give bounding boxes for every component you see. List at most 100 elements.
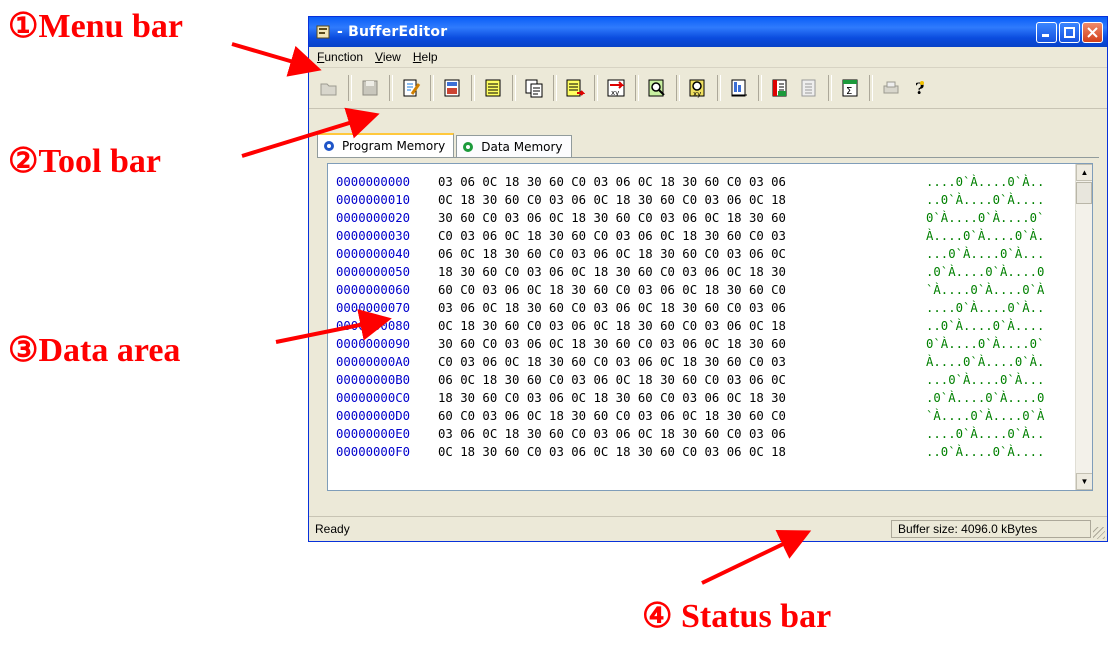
memory-tabs: Program Memory Data Memory — [317, 133, 574, 157]
memory-map-button[interactable] — [438, 75, 465, 102]
export-icon — [801, 79, 815, 97]
edit-button[interactable] — [397, 75, 424, 102]
hex-row[interactable]: 00000000F0 0C 18 30 60 C0 03 06 0C 18 30 … — [336, 443, 1044, 461]
row-address: 0000000060 — [336, 283, 411, 297]
copy-icon — [525, 79, 542, 98]
close-button[interactable] — [1082, 21, 1103, 43]
swap-icon: xy — [607, 79, 624, 97]
row-hex-bytes[interactable]: C0 03 06 0C 18 30 60 C0 03 06 0C 18 30 6… — [438, 227, 918, 245]
open-button[interactable] — [315, 75, 342, 102]
copy-button[interactable] — [520, 75, 547, 102]
load-button[interactable] — [766, 75, 793, 102]
hex-row[interactable]: 00000000C0 18 30 60 C0 03 06 0C 18 30 60 … — [336, 389, 1044, 407]
fill-icon — [485, 79, 500, 97]
maximize-button[interactable] — [1059, 21, 1080, 43]
checksum-button[interactable]: Σ — [836, 75, 863, 102]
row-hex-bytes[interactable]: 0C 18 30 60 C0 03 06 0C 18 30 60 C0 03 0… — [438, 191, 918, 209]
compare-icon — [731, 79, 747, 97]
row-address: 00000000E0 — [336, 427, 411, 441]
row-hex-bytes[interactable]: 18 30 60 C0 03 06 0C 18 30 60 C0 03 06 0… — [438, 263, 918, 281]
row-hex-bytes[interactable]: 0C 18 30 60 C0 03 06 0C 18 30 60 C0 03 0… — [438, 317, 918, 335]
print-button[interactable] — [877, 75, 904, 102]
svg-text:xy: xy — [693, 90, 701, 98]
window-title: - BufferEditor — [337, 24, 448, 40]
hex-row[interactable]: 0000000030 C0 03 06 0C 18 30 60 C0 03 06 … — [336, 227, 1044, 245]
export-button[interactable] — [795, 75, 822, 102]
row-hex-bytes[interactable]: 0C 18 30 60 C0 03 06 0C 18 30 60 C0 03 0… — [438, 443, 918, 461]
hex-row[interactable]: 00000000B0 06 0C 18 30 60 C0 03 06 0C 18 … — [336, 371, 1044, 389]
resize-grip[interactable] — [1093, 527, 1105, 539]
minimize-icon — [1042, 33, 1049, 37]
row-ascii: .0`À....0`À....0 — [926, 265, 1045, 279]
title-bar[interactable]: - BufferEditor — [309, 17, 1107, 47]
row-ascii: ..0`À....0`À.... — [926, 193, 1045, 207]
help-icon: ? — [915, 79, 924, 98]
row-ascii: ...0`À....0`À... — [926, 373, 1045, 387]
row-hex-bytes[interactable]: 18 30 60 C0 03 06 0C 18 30 60 C0 03 06 0… — [438, 389, 918, 407]
row-hex-bytes[interactable]: 06 0C 18 30 60 C0 03 06 0C 18 30 60 C0 0… — [438, 371, 918, 389]
save-button[interactable] — [356, 75, 383, 102]
menu-help[interactable]: Help — [407, 50, 444, 64]
row-ascii: 0`À....0`À....0` — [926, 211, 1045, 225]
close-icon — [1087, 26, 1098, 38]
row-hex-bytes[interactable]: C0 03 06 0C 18 30 60 C0 03 06 0C 18 30 6… — [438, 353, 918, 371]
row-hex-bytes[interactable]: 30 60 C0 03 06 0C 18 30 60 C0 03 06 0C 1… — [438, 335, 918, 353]
buffer-editor-window: - BufferEditor Function View Help xy xy … — [308, 16, 1108, 542]
hex-row[interactable]: 0000000050 18 30 60 C0 03 06 0C 18 30 60 … — [336, 263, 1044, 281]
row-address: 00000000A0 — [336, 355, 411, 369]
hex-row[interactable]: 0000000070 03 06 0C 18 30 60 C0 03 06 0C … — [336, 299, 1044, 317]
hex-row[interactable]: 0000000010 0C 18 30 60 C0 03 06 0C 18 30 … — [336, 191, 1044, 209]
hex-row[interactable]: 00000000A0 C0 03 06 0C 18 30 60 C0 03 06 … — [336, 353, 1044, 371]
row-hex-bytes[interactable]: 30 60 C0 03 06 0C 18 30 60 C0 03 06 0C 1… — [438, 209, 918, 227]
row-hex-bytes[interactable]: 03 06 0C 18 30 60 C0 03 06 0C 18 30 60 C… — [438, 425, 918, 443]
save-icon — [362, 80, 377, 96]
menu-function[interactable]: Function — [311, 50, 369, 64]
hex-row[interactable]: 0000000040 06 0C 18 30 60 C0 03 06 0C 18 … — [336, 245, 1044, 263]
menu-bar: Function View Help — [309, 47, 1107, 68]
data-area[interactable]: 0000000000 03 06 0C 18 30 60 C0 03 06 0C … — [327, 163, 1093, 491]
hex-row[interactable]: 0000000020 30 60 C0 03 06 0C 18 30 60 C0 … — [336, 209, 1044, 227]
row-address: 0000000020 — [336, 211, 411, 225]
transfer-button[interactable] — [561, 75, 588, 102]
row-ascii: .0`À....0`À....0 — [926, 391, 1045, 405]
tab-program-memory[interactable]: Program Memory — [317, 133, 455, 157]
hex-row[interactable]: 0000000080 0C 18 30 60 C0 03 06 0C 18 30 … — [336, 317, 1044, 335]
row-ascii: À....0`À....0`À. — [926, 355, 1045, 369]
row-ascii: ....0`À....0`À.. — [926, 175, 1045, 189]
row-hex-bytes[interactable]: 06 0C 18 30 60 C0 03 06 0C 18 30 60 C0 0… — [438, 245, 918, 263]
status-text: Ready — [315, 522, 350, 536]
search-button[interactable] — [643, 75, 670, 102]
hex-row[interactable]: 0000000060 60 C0 03 06 0C 18 30 60 C0 03 … — [336, 281, 1044, 299]
row-address: 00000000B0 — [336, 373, 411, 387]
menu-view[interactable]: View — [369, 50, 407, 64]
row-address: 00000000D0 — [336, 409, 411, 423]
row-hex-bytes[interactable]: 60 C0 03 06 0C 18 30 60 C0 03 06 0C 18 3… — [438, 281, 918, 299]
hex-row[interactable]: 0000000000 03 06 0C 18 30 60 C0 03 06 0C … — [336, 173, 1044, 191]
fill-button[interactable] — [479, 75, 506, 102]
tab-data-memory[interactable]: Data Memory — [456, 135, 572, 157]
toolbar-separator — [348, 75, 352, 101]
help-button[interactable]: ? — [906, 75, 933, 102]
row-ascii: À....0`À....0`À. — [926, 229, 1045, 243]
row-hex-bytes[interactable]: 03 06 0C 18 30 60 C0 03 06 0C 18 30 60 C… — [438, 299, 918, 317]
scroll-up-button[interactable]: ▲ — [1076, 164, 1092, 181]
hex-row[interactable]: 0000000090 30 60 C0 03 06 0C 18 30 60 C0 … — [336, 335, 1044, 353]
compare-button[interactable] — [725, 75, 752, 102]
swap-button[interactable]: xy — [602, 75, 629, 102]
vertical-scrollbar[interactable]: ▲ ▼ — [1075, 164, 1092, 490]
search-xy-icon: xy — [689, 79, 704, 98]
scroll-thumb[interactable] — [1076, 182, 1092, 204]
search-icon — [648, 79, 665, 97]
row-hex-bytes[interactable]: 03 06 0C 18 30 60 C0 03 06 0C 18 30 60 C… — [438, 173, 918, 191]
scroll-down-button[interactable]: ▼ — [1076, 473, 1092, 490]
row-hex-bytes[interactable]: 60 C0 03 06 0C 18 30 60 C0 03 06 0C 18 3… — [438, 407, 918, 425]
hex-row[interactable]: 00000000E0 03 06 0C 18 30 60 C0 03 06 0C … — [336, 425, 1044, 443]
row-ascii: 0`À....0`À....0` — [926, 337, 1045, 351]
row-address: 0000000030 — [336, 229, 411, 243]
row-ascii: ..0`À....0`À.... — [926, 445, 1045, 459]
minimize-button[interactable] — [1036, 21, 1057, 43]
hex-row[interactable]: 00000000D0 60 C0 03 06 0C 18 30 60 C0 03 … — [336, 407, 1044, 425]
hex-rows: 0000000000 03 06 0C 18 30 60 C0 03 06 0C … — [336, 173, 1044, 461]
search-xy-button[interactable]: xy — [684, 75, 711, 102]
row-ascii: ..0`À....0`À.... — [926, 319, 1045, 333]
